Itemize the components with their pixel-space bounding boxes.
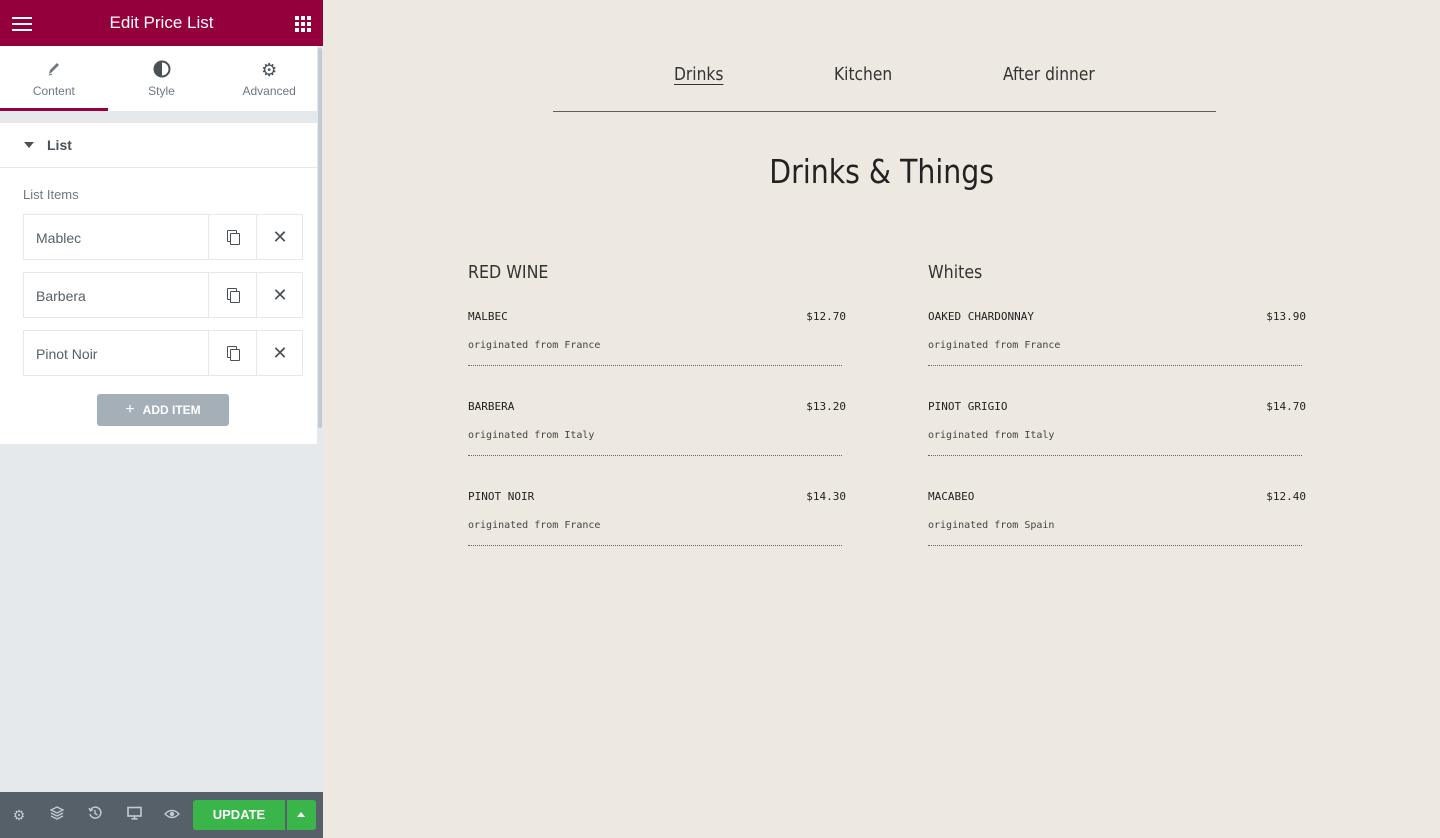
- panel-tabs: Content Style ⚙ Advanced: [0, 46, 323, 111]
- section-toggle-list[interactable]: List: [0, 123, 317, 168]
- update-options-button[interactable]: [287, 800, 316, 830]
- item-price: $13.90: [1266, 310, 1306, 323]
- close-icon: ✕: [272, 343, 288, 363]
- duplicate-button[interactable]: [208, 331, 257, 375]
- preview-canvas: Drinks Kitchen After dinner Drinks & Thi…: [323, 0, 1440, 838]
- duplicate-icon: [227, 288, 240, 303]
- gear-icon[interactable]: ⚙: [10, 806, 28, 824]
- price-list-item: MACABEO $12.40 originated from Spain: [928, 440, 1308, 546]
- item-description: originated from Spain: [928, 520, 1055, 531]
- eye-icon[interactable]: [163, 806, 181, 824]
- page-heading: Drinks & Things: [323, 152, 1440, 191]
- item-name: BARBERA: [468, 400, 515, 413]
- item-name: PINOT GRIGIO: [928, 400, 1008, 413]
- item-name: MALBEC: [468, 310, 508, 323]
- nav-after-dinner[interactable]: After dinner: [1003, 64, 1095, 85]
- item-price: $12.40: [1266, 490, 1306, 503]
- tab-style[interactable]: Style: [108, 46, 216, 111]
- widgets-grid-icon[interactable]: [295, 16, 311, 32]
- tab-divider: [0, 111, 317, 123]
- add-item-label: ADD ITEM: [142, 403, 201, 417]
- repeater-item: Barbera ✕: [23, 272, 303, 318]
- item-price: $12.70: [806, 310, 846, 323]
- item-name: OAKED CHARDONNAY: [928, 310, 1034, 323]
- tab-advanced[interactable]: ⚙ Advanced: [215, 46, 323, 111]
- item-price: $13.20: [806, 400, 846, 413]
- dotted-separator: [468, 545, 842, 546]
- duplicate-button[interactable]: [208, 215, 257, 259]
- panel-title: Edit Price List: [109, 13, 214, 32]
- price-list-item: PINOT GRIGIO $14.70 originated from Ital…: [928, 350, 1308, 456]
- editor-panel: Edit Price List Content Style ⚙ Advanced…: [0, 0, 323, 838]
- price-list-item: PINOT NOIR $14.30 originated from France: [468, 440, 848, 546]
- duplicate-icon: [227, 346, 240, 361]
- remove-button[interactable]: ✕: [256, 215, 303, 259]
- responsive-icon[interactable]: [125, 806, 143, 824]
- nav-kitchen[interactable]: Kitchen: [834, 64, 892, 85]
- list-section: List List Items Mablec ✕ Barbera ✕ Pinot…: [0, 123, 317, 444]
- remove-button[interactable]: ✕: [256, 273, 303, 317]
- duplicate-button[interactable]: [208, 273, 257, 317]
- nav-drinks[interactable]: Drinks: [674, 64, 723, 85]
- duplicate-icon: [227, 230, 240, 245]
- price-list-red-wine: RED WINE MALBEC $12.70 originated from F…: [468, 260, 848, 546]
- price-list-item: MALBEC $12.70 originated from France: [468, 260, 848, 366]
- tab-content[interactable]: Content: [0, 46, 108, 111]
- item-description: originated from France: [468, 520, 601, 531]
- caret-up-icon: [297, 812, 305, 817]
- repeater-item-title[interactable]: Pinot Noir: [36, 346, 206, 362]
- tab-content-label: Content: [32, 84, 75, 98]
- add-item-button[interactable]: + ADD ITEM: [97, 394, 229, 426]
- section-title: List: [47, 137, 72, 153]
- repeater-item: Pinot Noir ✕: [23, 330, 303, 376]
- update-button[interactable]: UPDATE: [193, 800, 285, 830]
- item-price: $14.30: [806, 490, 846, 503]
- history-icon[interactable]: [86, 806, 104, 824]
- price-list-item: BARBERA $13.20 originated from Italy: [468, 350, 848, 456]
- half-circle-icon: [108, 60, 216, 80]
- panel-footer: ⚙ UPDATE: [0, 792, 323, 838]
- menu-nav: Drinks Kitchen After dinner: [553, 62, 1216, 112]
- close-icon: ✕: [272, 285, 288, 305]
- page-heading-text: Drinks & Things: [769, 152, 994, 191]
- dotted-separator: [928, 545, 1302, 546]
- close-icon: ✕: [272, 227, 288, 247]
- item-name: PINOT NOIR: [468, 490, 535, 503]
- tab-style-label: Style: [148, 84, 175, 98]
- layers-icon[interactable]: [48, 806, 66, 824]
- repeater-item: Mablec ✕: [23, 214, 303, 260]
- item-name: MACABEO: [928, 490, 975, 503]
- pencil-icon: [0, 60, 108, 80]
- repeater-item-title[interactable]: Barbera: [36, 288, 206, 304]
- tab-advanced-label: Advanced: [242, 84, 296, 98]
- price-list-item: OAKED CHARDONNAY $13.90 originated from …: [928, 260, 1308, 366]
- panel-scrollbar-thumb[interactable]: [318, 48, 322, 428]
- plus-icon: +: [125, 401, 135, 418]
- gear-icon: ⚙: [261, 60, 278, 80]
- panel-header: Edit Price List: [0, 0, 323, 46]
- list-items-label: List Items: [23, 187, 79, 202]
- caret-down-icon: [24, 142, 34, 148]
- item-price: $14.70: [1266, 400, 1306, 413]
- remove-button[interactable]: ✕: [256, 331, 303, 375]
- price-list-whites: Whites OAKED CHARDONNAY $13.90 originate…: [928, 260, 1308, 546]
- repeater-item-title[interactable]: Mablec: [36, 230, 206, 246]
